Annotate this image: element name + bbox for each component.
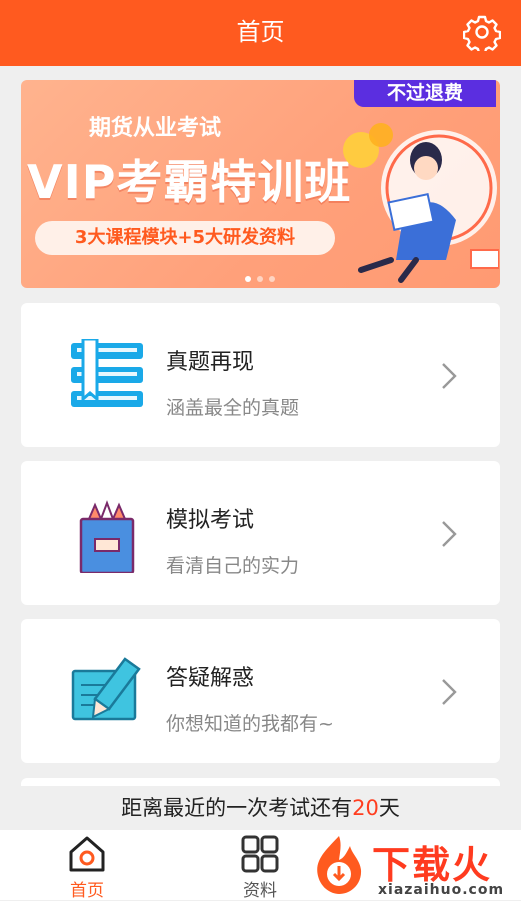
- tab-label: 资料: [243, 881, 277, 901]
- tab-label: 首页: [70, 881, 104, 901]
- refund-badge: 不过退费: [354, 80, 496, 107]
- banner-subtitle: 期货从业考试: [89, 116, 222, 141]
- watermark-url: xiazaihuo.com: [378, 882, 505, 898]
- book-icon: [71, 339, 143, 407]
- carousel-dot[interactable]: [257, 276, 263, 282]
- tab-home[interactable]: 首页: [37, 830, 137, 901]
- pencil-cup-icon: [79, 500, 135, 573]
- card-title: 模拟考试: [166, 508, 255, 533]
- menu-card-past-exams[interactable]: 真题再现 涵盖最全的真题: [21, 303, 500, 447]
- chevron-right-icon: [442, 363, 457, 389]
- countdown-suffix: 天: [378, 796, 400, 820]
- card-description: 你想知道的我都有~: [166, 713, 334, 735]
- grid-icon: [241, 835, 279, 873]
- flame-logo-icon: [317, 836, 362, 894]
- top-app-bar: 首页: [0, 0, 521, 66]
- exam-countdown: 距离最近的一次考试还有20天: [0, 786, 521, 830]
- chevron-right-icon: [442, 521, 457, 547]
- student-reading-illustration: [343, 123, 499, 283]
- card-description: 看清自己的实力: [166, 555, 300, 577]
- home-icon: [69, 836, 105, 872]
- menu-card-qa[interactable]: 答疑解惑 你想知道的我都有~: [21, 619, 500, 763]
- card-title: 真题再现: [166, 350, 255, 375]
- chevron-right-icon: [442, 679, 457, 705]
- tab-materials[interactable]: 资料: [210, 830, 310, 901]
- carousel-dot[interactable]: [269, 276, 275, 282]
- page-title: 首页: [236, 18, 285, 46]
- watermark: 下载火 xiazaihuo.com: [306, 832, 521, 900]
- banner-pill: 3大课程模块+5大研发资料: [35, 221, 335, 255]
- menu-card-mock-exam[interactable]: 模拟考试 看清自己的实力: [21, 461, 500, 605]
- banner-headline: VIP考霸特训班: [27, 155, 352, 209]
- card-title: 答疑解惑: [166, 666, 255, 691]
- countdown-prefix: 距离最近的一次考试还有: [121, 796, 353, 820]
- note-pencil-icon: [71, 657, 141, 721]
- watermark-brand: 下载火: [372, 843, 493, 887]
- carousel-dots[interactable]: [245, 267, 281, 286]
- carousel-dot[interactable]: [245, 276, 251, 282]
- card-description: 涵盖最全的真题: [166, 397, 300, 419]
- countdown-days: 20: [352, 796, 379, 820]
- promo-banner[interactable]: 不过退费 期货从业考试 VIP考霸特训班 3大课程模块+5大研发资料: [21, 80, 500, 288]
- gear-icon[interactable]: [463, 13, 501, 51]
